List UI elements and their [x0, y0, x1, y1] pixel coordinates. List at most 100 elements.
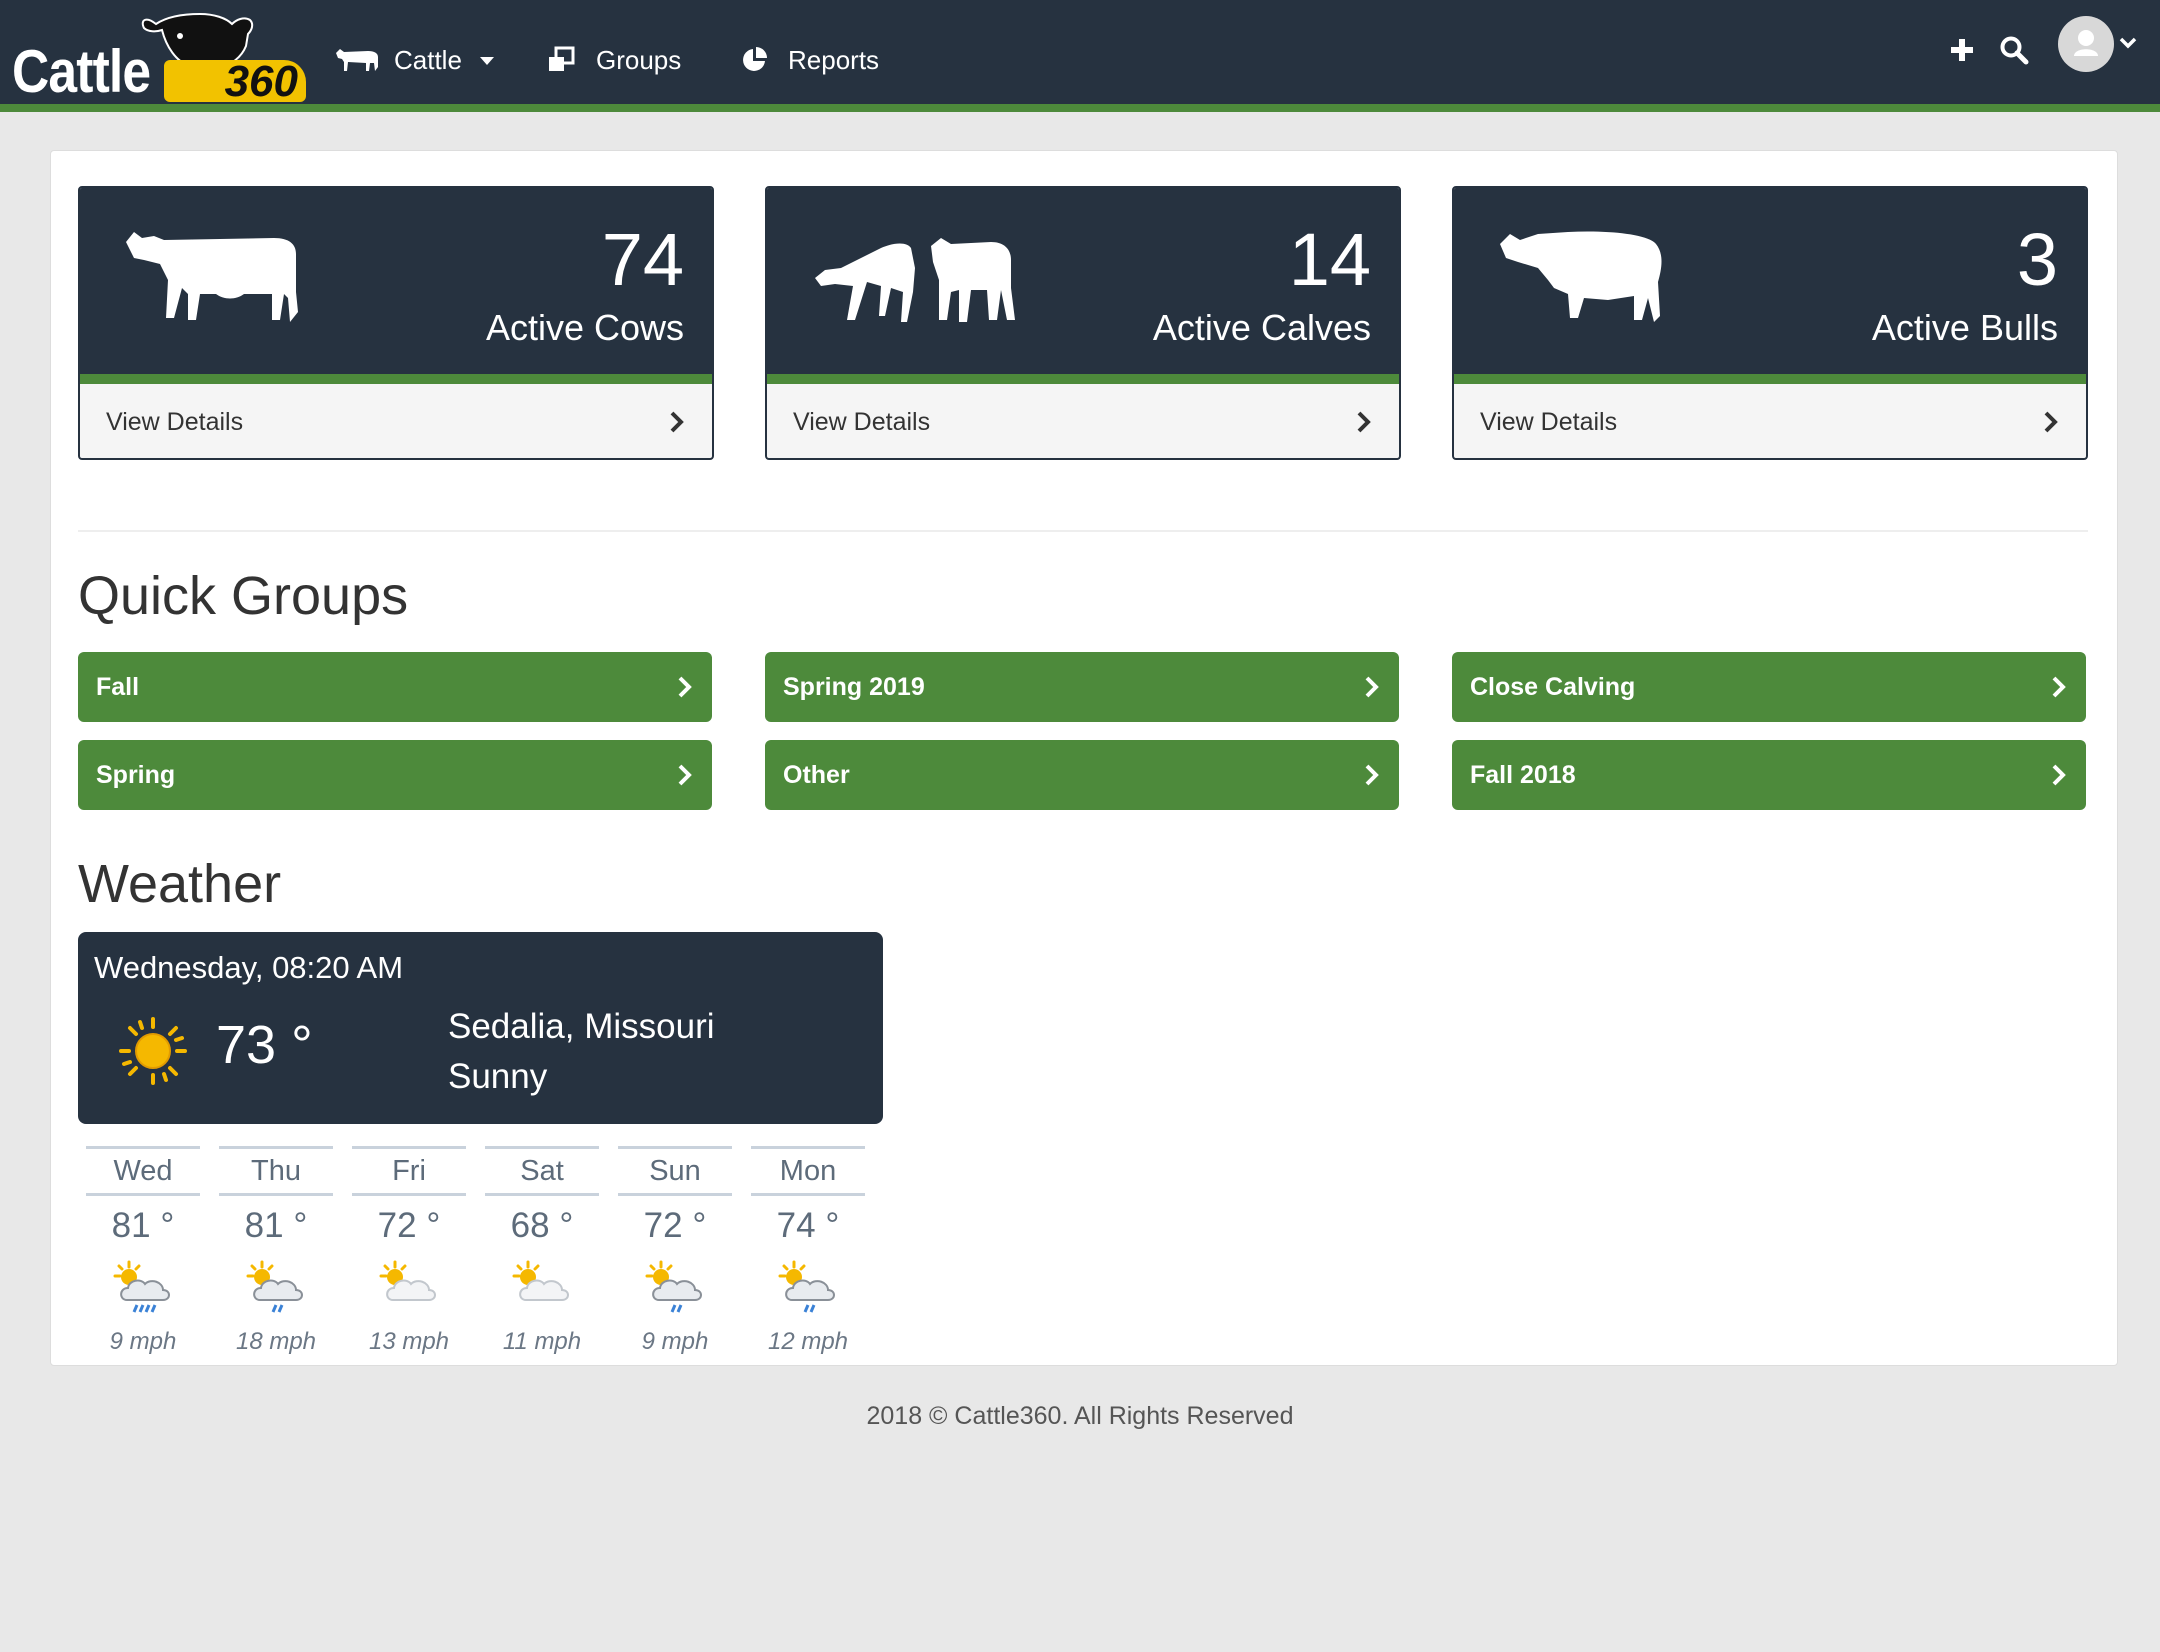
sun-icon [119, 1017, 187, 1085]
quick-group-label: Fall [96, 672, 140, 701]
bull-icon [1500, 231, 1662, 322]
forecast-day-name: Wed [86, 1146, 200, 1196]
quick-group-label: Spring [96, 760, 176, 789]
forecast-day: Sun 72 ° 9 mph [618, 1146, 732, 1356]
forecast-wind: 18 mph [235, 1328, 317, 1355]
quick-group-label: Close Calving [1470, 672, 1636, 701]
pie-chart-icon [740, 46, 768, 74]
quick-group-button[interactable]: Spring [78, 740, 712, 810]
rain-partly-cloudy-icon [751, 1260, 865, 1320]
section-divider [78, 530, 2088, 532]
stat-label: Active Bulls [1871, 307, 2058, 348]
forecast-day: Mon 74 ° 12 mph [751, 1146, 865, 1356]
forecast-temperature: 81 ° [244, 1206, 308, 1245]
logo-number: 360 [164, 60, 306, 104]
forecast-wind: 11 mph [502, 1328, 582, 1355]
plus-icon [1951, 39, 1973, 61]
quick-group-button[interactable]: Other [765, 740, 1399, 810]
user-icon [2074, 30, 2098, 56]
chevron-right-icon [1365, 764, 1379, 786]
search-button[interactable] [1994, 30, 2034, 70]
stat-card-calves: 14 Active Calves View Details [765, 186, 1401, 460]
forecast-day-name: Sun [618, 1146, 732, 1196]
weather-heading: Weather [78, 854, 282, 914]
nav-groups-label: Groups [596, 44, 682, 75]
logo-word: Cattle [12, 38, 151, 105]
stat-label: Active Cows [485, 307, 684, 348]
chevron-right-icon [1365, 676, 1379, 698]
stat-card-header: 14 Active Calves [767, 188, 1399, 384]
forecast-day-name: Mon [751, 1146, 865, 1196]
clone-icon [546, 45, 576, 75]
forecast-temperature: 74 ° [776, 1206, 840, 1245]
quick-group-label: Other [783, 760, 850, 789]
forecast-temperature: 72 ° [643, 1206, 707, 1245]
forecast-wind: 13 mph [368, 1328, 450, 1355]
nav-groups[interactable]: Groups [546, 40, 681, 80]
forecast-day: Sat 68 ° 11 mph [485, 1146, 599, 1356]
rain-partly-cloudy-icon [219, 1260, 333, 1320]
weather-location-block: Sedalia, Missouri Sunny [448, 1002, 715, 1102]
chevron-right-icon [670, 411, 684, 433]
forecast-day: Thu 81 ° 18 mph [219, 1146, 333, 1356]
view-details-label: View Details [1480, 407, 1618, 436]
forecast-wind: 12 mph [767, 1328, 849, 1355]
stat-count: 74 [601, 218, 684, 301]
quick-groups-heading: Quick Groups [78, 566, 409, 626]
forecast-temperature: 81 ° [111, 1206, 175, 1245]
quick-group-button[interactable]: Fall 2018 [1452, 740, 2086, 810]
quick-group-label: Spring 2019 [783, 672, 925, 701]
weather-location: Sedalia, Missouri [448, 1007, 715, 1046]
chevron-right-icon [678, 676, 692, 698]
quick-group-button[interactable]: Close Calving [1452, 652, 2086, 722]
calves-icon [815, 238, 1015, 322]
cattle360-logo[interactable]: Cattle 360 [12, 6, 306, 105]
view-details-label: View Details [106, 407, 244, 436]
chevron-right-icon [2044, 411, 2058, 433]
quick-group-button[interactable]: Fall [78, 652, 712, 722]
nav-cattle-dropdown[interactable]: Cattle [334, 40, 494, 80]
forecast-temperature: 68 ° [510, 1206, 574, 1245]
chevron-right-icon [678, 764, 692, 786]
forecast-wind: 9 mph [641, 1328, 709, 1355]
stat-card-header: 74 Active Cows [80, 188, 712, 384]
top-navbar: Cattle 360 Cattle Groups Reports [0, 0, 2160, 112]
forecast-day: Wed 81 ° 9 mph [86, 1146, 200, 1356]
forecast-day: Fri 72 ° 13 mph [352, 1146, 466, 1356]
stat-card-header: 3 Active Bulls [1454, 188, 2086, 384]
view-details-link[interactable]: View Details [767, 384, 1399, 458]
weather-datetime: Wednesday, 08:20 AM [94, 950, 404, 985]
view-details-link[interactable]: View Details [1454, 384, 2086, 458]
avatar[interactable] [2058, 16, 2114, 72]
chevron-right-icon [1357, 411, 1371, 433]
chevron-right-icon [2052, 676, 2066, 698]
cow-icon [126, 232, 298, 322]
forecast-day-name: Thu [219, 1146, 333, 1196]
stat-count: 3 [2016, 218, 2058, 301]
add-button[interactable] [1942, 30, 1982, 70]
weather-condition: Sunny [448, 1057, 548, 1096]
current-weather-card: Wednesday, 08:20 AM 73 ° Sedalia, Missou… [78, 932, 883, 1124]
page-footer: 2018 © Cattle360. All Rights Reserved [866, 1402, 1294, 1430]
view-details-label: View Details [793, 407, 931, 436]
partly-cloudy-icon [485, 1260, 599, 1320]
rain-partly-cloudy-icon [86, 1260, 200, 1320]
quick-group-label: Fall 2018 [1470, 760, 1576, 789]
nav-reports[interactable]: Reports [740, 40, 879, 80]
nav-reports-label: Reports [788, 44, 880, 75]
nav-cattle-label: Cattle [394, 44, 462, 75]
rain-partly-cloudy-icon [618, 1260, 732, 1320]
search-icon [2000, 36, 2029, 65]
forecast-day-name: Fri [352, 1146, 466, 1196]
partly-cloudy-icon [352, 1260, 466, 1320]
current-temperature: 73 ° [216, 1015, 313, 1075]
view-details-link[interactable]: View Details [80, 384, 712, 458]
stat-card-cows: 74 Active Cows View Details [78, 186, 714, 460]
stat-label: Active Calves [1152, 307, 1371, 348]
quick-group-button[interactable]: Spring 2019 [765, 652, 1399, 722]
stat-card-bulls: 3 Active Bulls View Details [1452, 186, 2088, 460]
user-menu-chevron-icon[interactable] [2118, 36, 2138, 55]
stat-count: 14 [1288, 218, 1371, 301]
cow-icon [334, 47, 380, 73]
forecast-temperature: 72 ° [377, 1206, 441, 1245]
